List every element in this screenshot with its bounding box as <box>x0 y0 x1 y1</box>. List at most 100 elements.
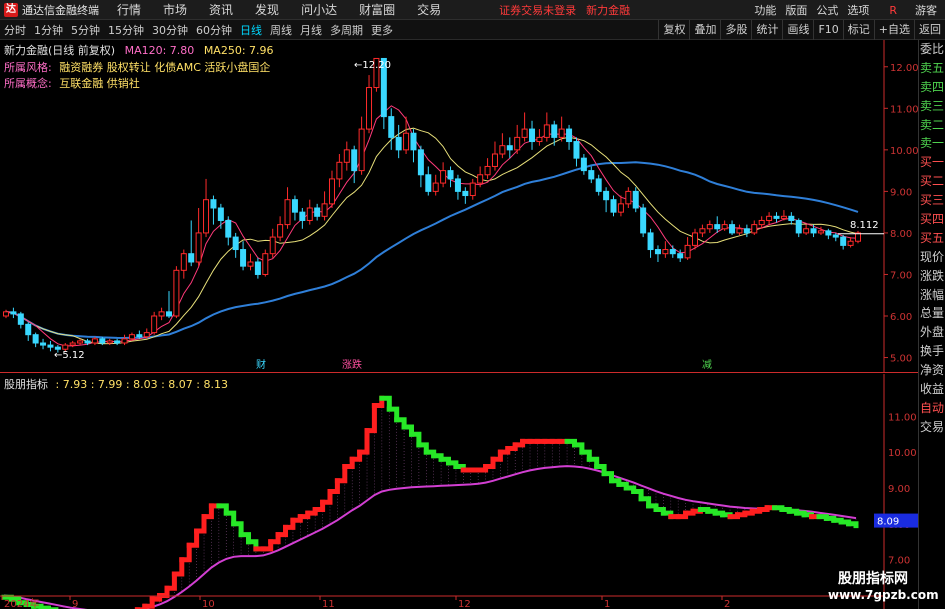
side-trade[interactable]: 交易 <box>919 418 945 437</box>
candle <box>692 232 699 246</box>
period-intraday[interactable]: 分时 <box>0 22 30 38</box>
candle <box>654 249 661 255</box>
candle <box>736 228 743 234</box>
menu-layout[interactable]: 版面 <box>785 2 807 18</box>
candle <box>328 178 335 205</box>
watermark: 股朋指标网 www.7gpzb.com <box>828 566 939 609</box>
menu-function[interactable]: 功能 <box>754 2 776 18</box>
title-bar: 达 通达信金融终端 行情 市场 资讯 发现 问小达 财富圈 交易 证券交易未登录… <box>0 0 945 20</box>
candle <box>210 199 217 209</box>
draw-button[interactable]: 画线 <box>782 20 813 40</box>
menu-options[interactable]: 选项 <box>847 2 869 18</box>
concept-value: 互联金融 供销社 <box>59 77 140 90</box>
main-info-line: 新力金融(日线 前复权) MA120: 7.80 MA250: 7.96 <box>4 42 274 58</box>
candle <box>514 136 521 151</box>
candle <box>788 215 795 221</box>
candle <box>188 253 195 263</box>
stock-notice: 新力金融 <box>586 3 631 17</box>
low-price-label: ←5.12 <box>54 350 85 361</box>
f10-button[interactable]: F10 <box>813 20 842 40</box>
side-buy2: 买二 <box>919 174 944 189</box>
candle <box>17 313 24 325</box>
add-watchlist-button[interactable]: +自选 <box>873 20 914 40</box>
overlay-button[interactable]: 叠加 <box>689 20 720 40</box>
candle <box>69 342 76 346</box>
candle <box>62 344 69 350</box>
side-auto[interactable]: 自动 <box>919 399 945 418</box>
r-badge[interactable]: R <box>889 4 897 17</box>
menu-quotes[interactable]: 行情 <box>117 1 141 18</box>
candle <box>32 334 39 344</box>
candle <box>232 236 239 251</box>
side-weibi[interactable]: 委比 <box>919 40 945 59</box>
period-30min[interactable]: 30分钟 <box>148 22 192 38</box>
time-axis-label: 2 <box>724 599 730 609</box>
menu-market[interactable]: 市场 <box>163 1 187 18</box>
candle <box>203 199 210 234</box>
period-15min[interactable]: 15分钟 <box>104 22 148 38</box>
multi-stock-button[interactable]: 多股 <box>720 20 751 40</box>
candle <box>825 230 832 236</box>
candle <box>403 132 410 151</box>
period-daily[interactable]: 日线 <box>236 22 266 38</box>
period-more[interactable]: 更多 <box>367 22 397 38</box>
candle <box>195 232 202 263</box>
candle <box>447 170 454 180</box>
side-buy1: 买一 <box>919 155 944 170</box>
adjust-button[interactable]: 复权 <box>658 20 689 40</box>
menu-wealth[interactable]: 财富圈 <box>359 1 395 18</box>
watermark-url: www.7gpzb.com <box>828 588 939 602</box>
menu-ask[interactable]: 问小达 <box>301 1 337 18</box>
candle <box>617 203 624 213</box>
side-sell3: 卖三 <box>919 98 944 113</box>
candle <box>143 332 150 338</box>
candle <box>432 182 439 192</box>
login-notice[interactable]: 证券交易未登录 <box>499 2 576 18</box>
candle <box>840 236 847 246</box>
ma250-value: MA250: 7.96 <box>203 44 274 57</box>
back-button[interactable]: 返回 <box>914 20 945 40</box>
statistics-button[interactable]: 统计 <box>751 20 782 40</box>
indicator-chart[interactable]: 11.0010.009.008.007.0010:2610:2610:2610:… <box>0 374 918 609</box>
candle <box>499 145 506 155</box>
candle <box>336 161 343 180</box>
menu-formula[interactable]: 公式 <box>816 2 838 18</box>
menu-news[interactable]: 资讯 <box>209 1 233 18</box>
period-monthly[interactable]: 月线 <box>296 22 326 38</box>
candle <box>662 249 669 255</box>
candle <box>358 128 365 172</box>
time-axis-label: 9 <box>72 599 78 609</box>
menu-discover[interactable]: 发现 <box>255 1 279 18</box>
mark-button[interactable]: 标记 <box>842 20 874 40</box>
side-price: 现价 <box>919 249 944 264</box>
menu-trade[interactable]: 交易 <box>417 1 441 18</box>
candle <box>128 334 135 340</box>
period-multi[interactable]: 多周期 <box>326 22 367 38</box>
period-60min[interactable]: 60分钟 <box>192 22 236 38</box>
guest-label[interactable]: 游客 <box>915 2 937 18</box>
time-axis-label: 1 <box>604 599 610 609</box>
candle <box>277 224 284 238</box>
candle <box>677 253 684 259</box>
candle <box>417 149 424 176</box>
price-tick-label: 8.00 <box>890 229 912 240</box>
period-1min[interactable]: 1分钟 <box>30 22 67 38</box>
candle <box>454 178 461 192</box>
ma-slow-line <box>5 161 859 340</box>
candle <box>566 128 573 143</box>
candle <box>151 315 158 334</box>
candle <box>832 234 839 238</box>
right-menu: 功能 版面 公式 选项 R 游客 <box>745 0 945 20</box>
candle <box>491 153 498 167</box>
side-sell2: 卖二 <box>919 117 944 132</box>
time-axis-label: 12 <box>458 599 471 609</box>
ma120-value: MA120: 7.80 <box>124 44 195 57</box>
period-weekly[interactable]: 周线 <box>266 22 296 38</box>
candle <box>91 338 98 344</box>
period-5min[interactable]: 5分钟 <box>67 22 104 38</box>
candle <box>551 124 558 138</box>
indicator-step <box>357 428 370 455</box>
candle <box>366 87 373 130</box>
watermark-name: 股朋指标网 <box>838 571 908 587</box>
candle <box>262 253 269 275</box>
